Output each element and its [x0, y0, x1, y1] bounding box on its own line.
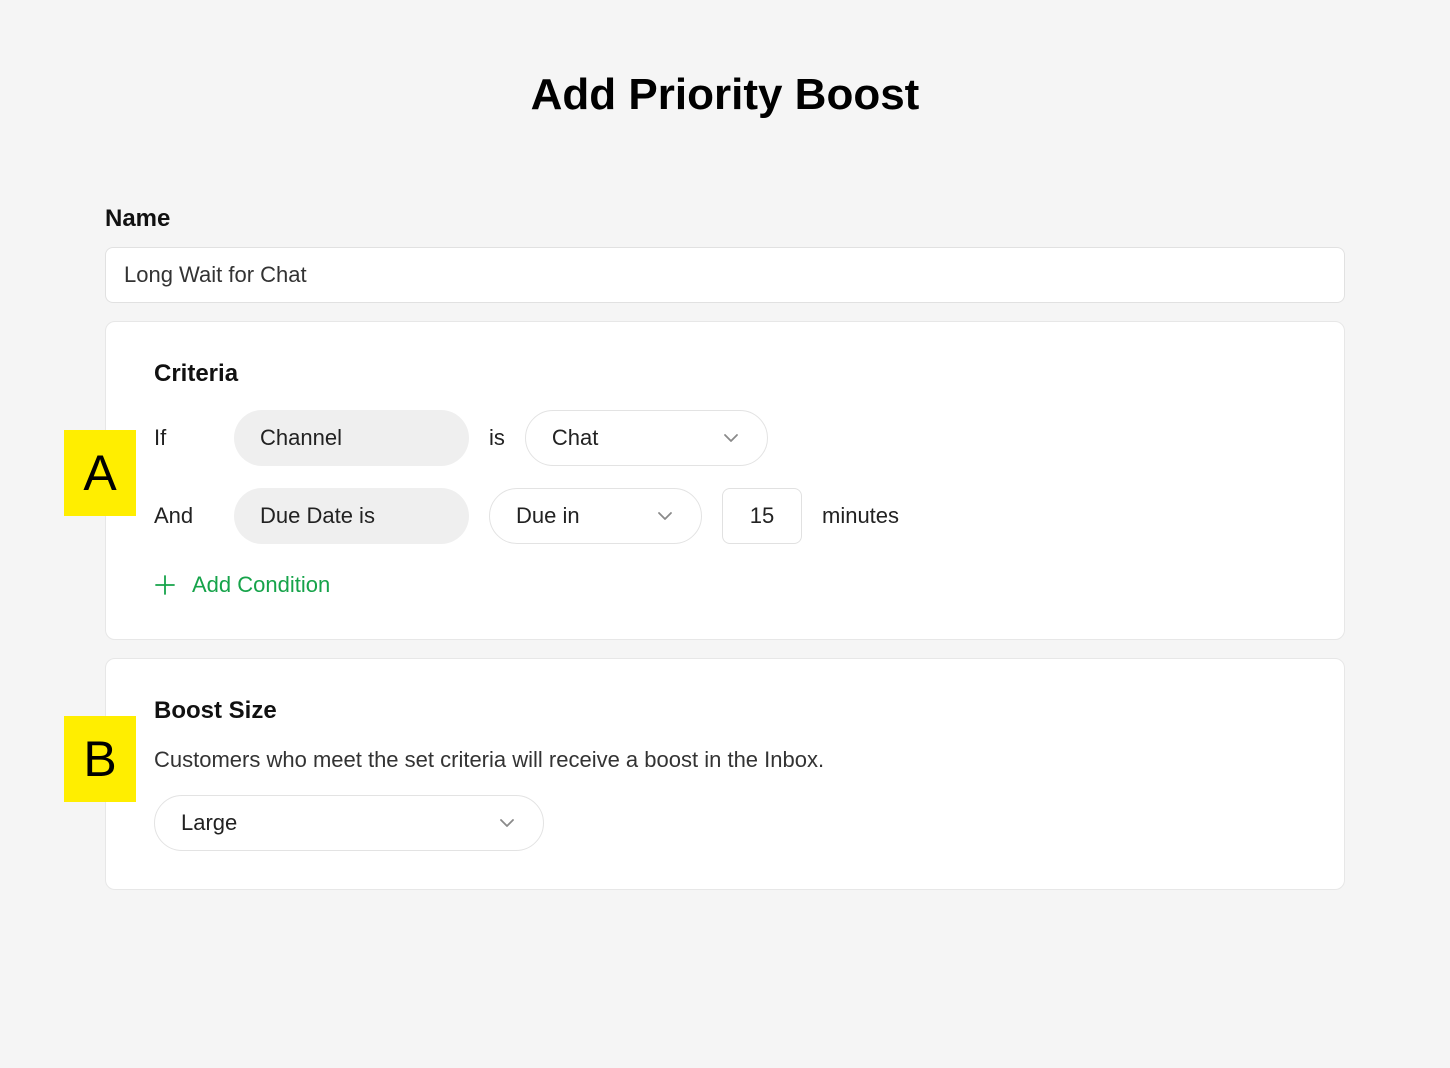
- boost-panel: Boost Size Customers who meet the set cr…: [105, 658, 1345, 890]
- criteria-heading: Criteria: [154, 360, 1296, 388]
- boost-size-value: Large: [181, 810, 237, 836]
- criteria-attribute-channel[interactable]: Channel: [234, 410, 469, 466]
- page-container: Add Priority Boost Name Criteria If Chan…: [0, 0, 1450, 890]
- annotation-marker-a: A: [64, 430, 136, 516]
- chevron-down-icon: [497, 813, 517, 833]
- criteria-comparator-label: Due in: [516, 503, 580, 529]
- plus-icon: [154, 574, 176, 596]
- criteria-prefix-and: And: [154, 503, 214, 529]
- criteria-panel: Criteria If Channel is Chat And Due Date…: [105, 321, 1345, 640]
- annotation-marker-b: B: [64, 716, 136, 802]
- chevron-down-icon: [655, 506, 675, 526]
- criteria-row-1: If Channel is Chat: [154, 410, 1296, 466]
- criteria-prefix-if: If: [154, 425, 214, 451]
- name-label: Name: [105, 205, 1345, 233]
- criteria-operator-is: is: [489, 425, 505, 451]
- boost-heading: Boost Size: [154, 697, 1296, 725]
- add-condition-button[interactable]: Add Condition: [154, 572, 330, 598]
- add-condition-label: Add Condition: [192, 572, 330, 598]
- criteria-number-input[interactable]: [722, 488, 802, 544]
- criteria-comparator-select[interactable]: Due in: [489, 488, 702, 544]
- criteria-unit-label: minutes: [822, 503, 899, 529]
- criteria-value-select[interactable]: Chat: [525, 410, 768, 466]
- page-title: Add Priority Boost: [105, 70, 1345, 120]
- criteria-attribute-due-date[interactable]: Due Date is: [234, 488, 469, 544]
- criteria-value-label: Chat: [552, 425, 598, 451]
- chevron-down-icon: [721, 428, 741, 448]
- name-input[interactable]: [105, 247, 1345, 303]
- boost-size-select[interactable]: Large: [154, 795, 544, 851]
- criteria-row-2: And Due Date is Due in minutes: [154, 488, 1296, 544]
- boost-description: Customers who meet the set criteria will…: [154, 747, 1296, 773]
